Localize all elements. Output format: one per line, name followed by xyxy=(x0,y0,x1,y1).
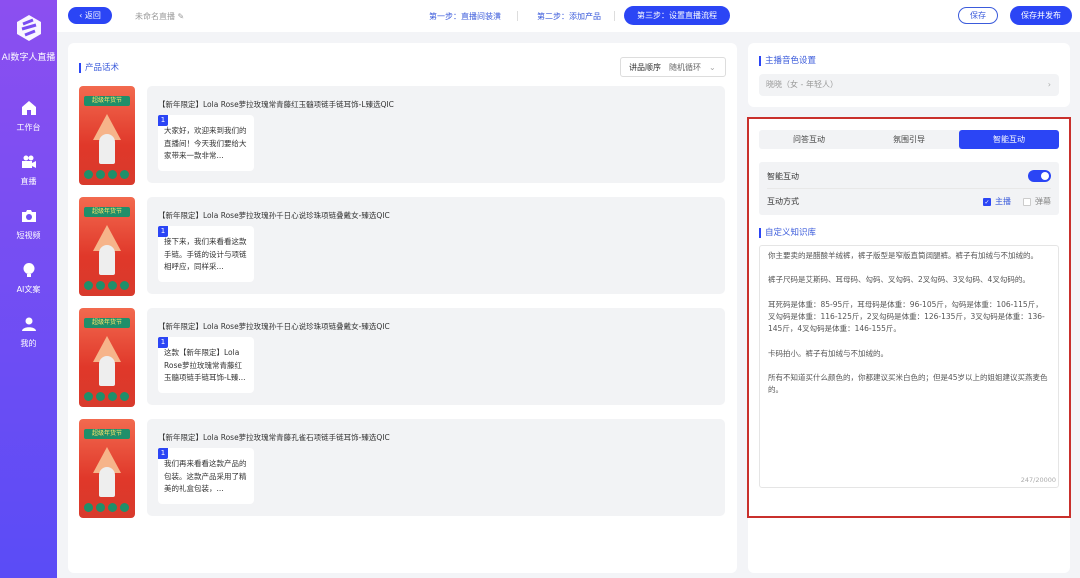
product-name: 【新年限定】Lola Rose萝拉玫瑰孙千日心说珍珠项链叠戴女-臻选QIC xyxy=(158,211,390,220)
live-title[interactable]: 未命名直播 ✎ xyxy=(135,11,184,22)
order-select[interactable]: 讲品顺序 随机循环 ⌄ xyxy=(620,57,726,77)
order-label: 讲品顺序 xyxy=(629,62,661,72)
product-card: 【新年限定】Lola Rose萝拉玫瑰孙千日心说珍珠项链叠戴女-臻选QIC 1接… xyxy=(147,197,725,294)
sidebar-item-workbench[interactable]: 工作台 xyxy=(0,89,57,143)
thumb-banner: 超级年货节 xyxy=(84,96,130,106)
lightbulb-icon xyxy=(23,262,34,277)
top-bar: ‹ 返回 未命名直播 ✎ 第一步：直播间装潢 第二步：添加产品 第三步：设置直播… xyxy=(57,0,1080,32)
sidebar-item-label: AI文案 xyxy=(16,284,41,294)
script-number: 1 xyxy=(158,448,168,459)
script-number: 1 xyxy=(158,337,168,348)
product-item[interactable]: 超级年货节 【新年限定】Lola Rose萝拉玫瑰常青藤红玉髓项链手链耳饰-L臻… xyxy=(79,86,725,185)
step-1[interactable]: 第一步：直播间装潢 xyxy=(429,11,501,22)
logo-icon xyxy=(16,15,41,41)
product-item[interactable]: 超级年货节 【新年限定】Lola Rose萝拉玫瑰常青藤孔雀石项链手链耳饰-臻选… xyxy=(79,419,725,518)
product-card: 【新年限定】Lola Rose萝拉玫瑰孙千日心说珍珠项链叠戴女-臻选QIC 1这… xyxy=(147,308,725,405)
script-card[interactable]: 1 我们再来看看这款产品的包装。这款产品采用了精美的礼盒包装，... xyxy=(158,448,254,504)
back-button[interactable]: ‹ 返回 xyxy=(68,7,112,24)
sidebar-item-short-video[interactable]: 短视频 xyxy=(0,197,57,251)
product-thumbnail: 超级年货节 xyxy=(79,419,135,518)
save-button[interactable]: 保存 xyxy=(958,7,998,24)
brand-name: AI数字人直播 xyxy=(1,53,56,63)
sidebar-item-label: 我的 xyxy=(20,338,37,348)
edit-icon[interactable]: ✎ xyxy=(178,12,185,21)
highlight-box xyxy=(747,117,1071,518)
user-icon xyxy=(21,317,36,331)
divider xyxy=(614,11,615,21)
order-value: 随机循环 xyxy=(669,62,701,72)
script-text: 接下来，我们来看看这款手链。手链的设计与项链相呼应，同样采... xyxy=(164,237,247,271)
product-item[interactable]: 超级年货节 【新年限定】Lola Rose萝拉玫瑰孙千日心说珍珠项链叠戴女-臻选… xyxy=(79,308,725,407)
thumb-banner: 超级年货节 xyxy=(84,318,130,328)
chevron-right-icon: › xyxy=(1047,80,1051,89)
script-card[interactable]: 1 大家好，欢迎来到我们的直播间！今天我们要给大家带来一款非常... xyxy=(158,115,254,171)
voice-panel: 主播音色设置 晓晓（女 - 年轻人） › xyxy=(748,43,1070,107)
script-card[interactable]: 1 这款【新年限定】Lola Rose萝拉玫瑰常青藤红玉髓项链手链耳饰-L臻... xyxy=(158,337,254,393)
script-card[interactable]: 1 接下来，我们来看看这款手链。手链的设计与项链相呼应，同样采... xyxy=(158,226,254,282)
product-thumbnail: 超级年货节 xyxy=(79,86,135,185)
product-name: 【新年限定】Lola Rose萝拉玫瑰孙千日心说珍珠项链叠戴女-臻选QIC xyxy=(158,322,390,331)
script-number: 1 xyxy=(158,115,168,126)
product-name: 【新年限定】Lola Rose萝拉玫瑰常青藤孔雀石项链手链耳饰-臻选QIC xyxy=(158,433,390,442)
step-3[interactable]: 第三步：设置直播流程 xyxy=(624,6,730,25)
script-text: 这款【新年限定】Lola Rose萝拉玫瑰常青藤红玉髓项链手链耳饰-L臻... xyxy=(164,348,246,382)
product-thumbnail: 超级年货节 xyxy=(79,308,135,407)
product-scripts-panel: 产品话术 讲品顺序 随机循环 ⌄ 超级年货节 【新年限定】Lola Rose萝拉玫瑰… xyxy=(68,43,737,573)
divider xyxy=(517,11,518,21)
script-number: 1 xyxy=(158,226,168,237)
product-name: 【新年限定】Lola Rose萝拉玫瑰常青藤红玉髓项链手链耳饰-L臻选QIC xyxy=(158,100,394,109)
product-thumbnail: 超级年货节 xyxy=(79,197,135,296)
product-card: 【新年限定】Lola Rose萝拉玫瑰常青藤红玉髓项链手链耳饰-L臻选QIC 1… xyxy=(147,86,725,183)
sidebar: AI数字人直播 工作台 直播 短视频 AI文案 我的 xyxy=(0,0,57,578)
video-camera-icon xyxy=(21,155,36,168)
voice-value: 晓晓（女 - 年轻人） xyxy=(766,80,838,89)
sidebar-item-ai-copy[interactable]: AI文案 xyxy=(0,251,57,305)
camera-icon xyxy=(21,209,36,222)
product-item[interactable]: 超级年货节 【新年限定】Lola Rose萝拉玫瑰孙千日心说珍珠项链叠戴女-臻选… xyxy=(79,197,725,296)
sidebar-item-live[interactable]: 直播 xyxy=(0,143,57,197)
script-text: 大家好，欢迎来到我们的直播间！今天我们要给大家带来一款非常... xyxy=(164,126,247,160)
section-title: 产品话术 xyxy=(79,63,119,73)
thumb-banner: 超级年货节 xyxy=(84,429,130,439)
home-icon xyxy=(21,100,36,115)
sidebar-item-mine[interactable]: 我的 xyxy=(0,305,57,359)
step-2[interactable]: 第二步：添加产品 xyxy=(537,11,601,22)
chevron-down-icon: ⌄ xyxy=(709,62,716,72)
sidebar-item-label: 直播 xyxy=(20,176,37,186)
back-label: 返回 xyxy=(84,11,101,20)
title-text: 未命名直播 xyxy=(135,12,175,21)
voice-select[interactable]: 晓晓（女 - 年轻人） › xyxy=(759,74,1059,96)
thumb-banner: 超级年货节 xyxy=(84,207,130,217)
save-publish-button[interactable]: 保存并发布 xyxy=(1010,6,1072,25)
sidebar-item-label: 工作台 xyxy=(16,122,41,132)
script-text: 我们再来看看这款产品的包装。这款产品采用了精美的礼盒包装，... xyxy=(164,459,247,493)
section-title: 主播音色设置 xyxy=(759,56,816,66)
sidebar-item-label: 短视频 xyxy=(16,230,41,240)
product-card: 【新年限定】Lola Rose萝拉玫瑰常青藤孔雀石项链手链耳饰-臻选QIC 1我… xyxy=(147,419,725,516)
